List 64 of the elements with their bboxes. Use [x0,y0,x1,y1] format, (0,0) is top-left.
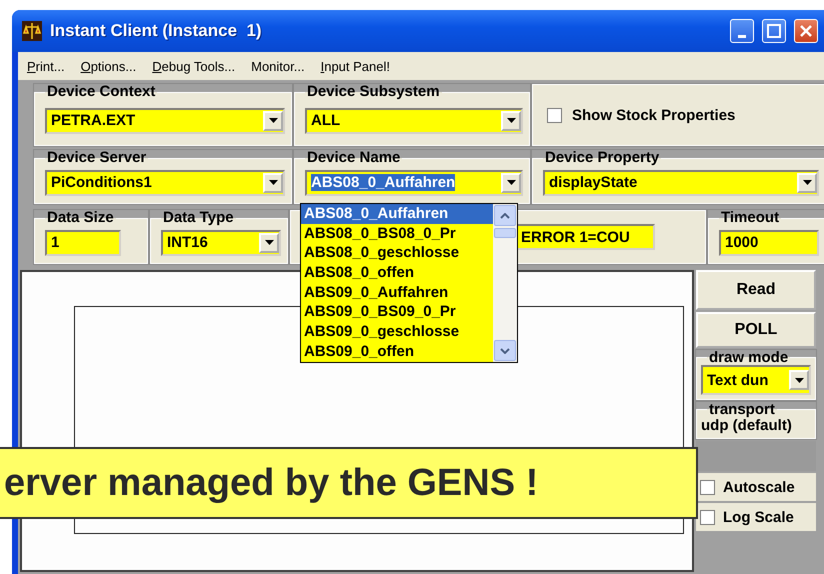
caret-icon [264,240,274,245]
data-size-field[interactable]: 1 [45,230,121,256]
minimize-button[interactable] [730,19,754,43]
caret-icon [268,118,278,123]
dropdown-arrow-button[interactable] [797,172,817,192]
group-label: Device Context [46,84,156,100]
checkbox[interactable] [547,108,562,122]
caret-icon [268,180,278,185]
maximize-icon [767,24,781,38]
callout-banner: erver managed by the GENS ! [0,447,698,519]
scrollbar[interactable] [493,204,517,362]
window-title: Instant Client (Instance 1) [50,21,263,41]
device-context-dropdown[interactable]: PETRA.EXT [45,108,285,134]
dropdown-arrow-button[interactable] [263,172,283,192]
group-label: Device Name [306,150,402,166]
device-name-dropdown[interactable]: ABS08_0_Auffahren [305,170,523,196]
transport-value: udp (default) [701,417,793,434]
dropdown-arrow-button[interactable] [501,110,521,130]
menu-item[interactable]: Input Panel! [320,58,390,74]
data-type-dropdown[interactable]: INT16 [161,230,281,256]
menu-item[interactable]: Debug Tools... [152,58,236,74]
caret-icon [506,118,516,123]
draw-mode-dropdown[interactable]: Text dun [701,365,811,395]
close-button[interactable] [794,19,818,43]
scroll-down-button[interactable] [494,340,516,361]
caret-icon [506,180,516,185]
close-icon [800,25,812,37]
group-label: Timeout [720,210,780,226]
group-label: Data Size [46,210,115,226]
device-server-dropdown[interactable]: PiConditions1 [45,170,285,196]
action-button[interactable]: Read [696,270,816,310]
group-label: Device Property [544,150,660,166]
group-label: transport [708,402,776,417]
menu-item[interactable]: Print... [27,58,65,74]
dropdown-arrow-button[interactable] [501,172,521,192]
timeout-field[interactable]: 1000 [719,230,819,256]
menu-item[interactable]: Monitor... [251,58,305,74]
checkbox[interactable] [700,480,715,494]
menu-item[interactable]: Options... [80,58,136,74]
action-button[interactable]: POLL [696,312,816,348]
checkbox-label: Show Stock Properties [572,106,736,124]
checkbox-label: Autoscale [723,478,795,496]
dropdown-arrow-button[interactable] [259,232,279,252]
value-field[interactable]: ERROR 1=COU [515,224,655,250]
chevron-up-icon [500,212,510,218]
device-subsystem-dropdown[interactable]: ALL [305,108,523,134]
chevron-down-icon [500,348,510,354]
dropdown-arrow-button[interactable] [263,110,283,130]
scroll-up-button[interactable] [494,205,516,226]
app-icon [22,21,42,41]
checkbox-label: Log Scale [723,508,794,526]
caret-icon [794,378,804,382]
dropdown-arrow-button[interactable] [789,370,809,390]
group-label: Data Type [162,210,235,226]
maximize-button[interactable] [762,19,786,43]
group-label: Device Server [46,150,148,166]
scroll-thumb[interactable] [494,228,516,238]
device-property-dropdown[interactable]: displayState [543,170,819,196]
caret-icon [802,180,812,185]
group-label: Device Subsystem [306,84,441,100]
group-label: draw mode [708,350,790,365]
checkbox[interactable] [700,510,715,524]
list-item[interactable]: ABS08_0_Auffahren [301,204,493,224]
minimize-icon [738,34,746,38]
